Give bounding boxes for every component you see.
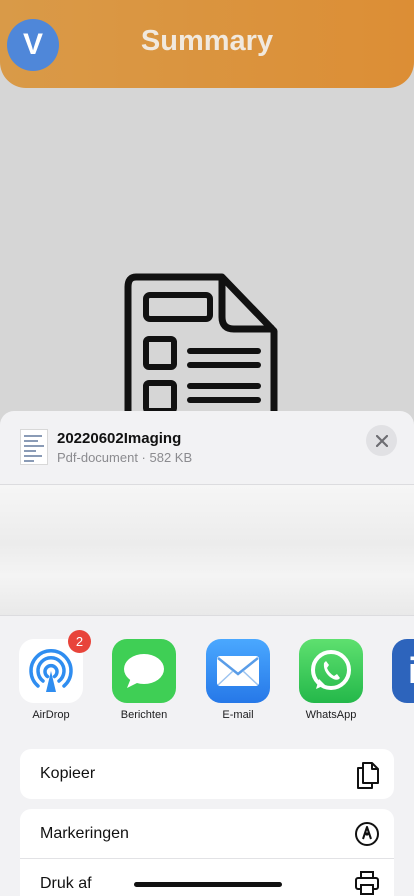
share-app-whatsapp[interactable]: WhatsApp — [291, 639, 371, 721]
print-icon — [355, 871, 379, 895]
whatsapp-icon — [311, 650, 351, 690]
messages-icon — [124, 654, 164, 688]
action-group-copy: Kopieer — [20, 749, 394, 799]
airdrop-icon — [29, 649, 73, 692]
app-label: Berichten — [120, 709, 168, 721]
markup-icon — [355, 822, 379, 846]
document-icon — [124, 273, 278, 413]
action-label: Markeringen — [40, 824, 129, 842]
share-sheet: 20220602Imaging Pdf-document · 582 KB 2 — [0, 411, 414, 896]
share-app-linkedin[interactable]: in Li — [384, 639, 414, 721]
app-share-row: 2 AirDrop Berichten E-mail WhatsApp i — [0, 630, 414, 727]
action-label: Kopieer — [40, 765, 96, 782]
file-thumbnail — [20, 429, 48, 465]
app-header: V Summary — [0, 0, 414, 88]
copy-icon — [357, 762, 379, 789]
app-label: E-mail — [222, 709, 254, 721]
close-button[interactable] — [366, 425, 397, 456]
share-app-airdrop[interactable]: 2 AirDrop — [11, 630, 91, 721]
action-print[interactable]: Druk af — [20, 859, 394, 896]
action-markup[interactable]: Markeringen — [20, 809, 394, 859]
file-header: 20220602Imaging Pdf-document · 582 KB — [0, 411, 414, 483]
page-title: Summary — [140, 25, 274, 57]
action-copy[interactable]: Kopieer — [20, 749, 394, 799]
share-app-messages[interactable]: Berichten — [104, 639, 184, 721]
close-icon — [375, 434, 388, 447]
home-indicator[interactable] — [134, 882, 282, 887]
mail-icon — [217, 656, 259, 686]
file-meta: Pdf-document · 582 KB — [57, 450, 193, 465]
notification-badge: 2 — [68, 630, 91, 653]
app-label: Li — [384, 709, 414, 721]
app-label: WhatsApp — [305, 709, 357, 721]
document-preview — [0, 484, 414, 616]
action-label: Druk af — [40, 875, 92, 892]
file-name: 20220602Imaging — [57, 430, 182, 447]
app-label: AirDrop — [32, 709, 70, 721]
share-app-mail[interactable]: E-mail — [198, 639, 278, 721]
linkedin-icon: in — [408, 650, 414, 691]
